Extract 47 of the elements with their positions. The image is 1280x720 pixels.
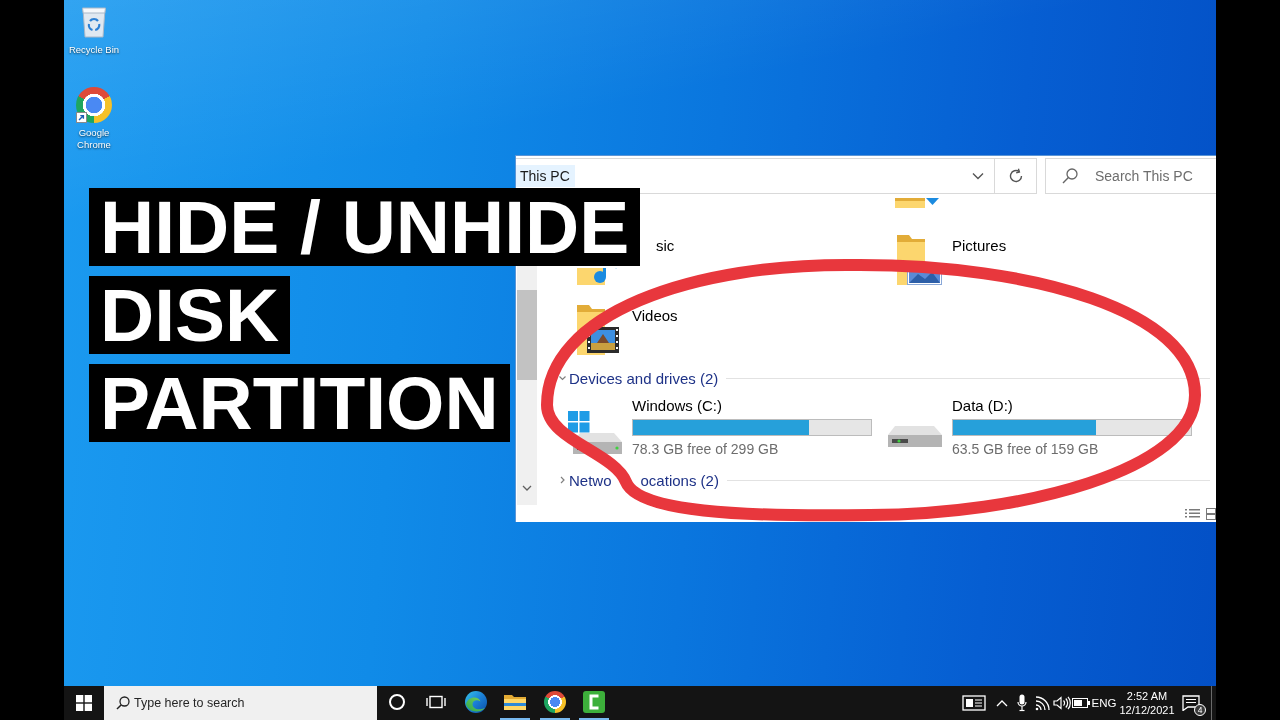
group-heading[interactable]: Netwo bbox=[569, 471, 612, 489]
ring-icon[interactable] bbox=[387, 693, 406, 711]
headline-text: DISK bbox=[89, 276, 291, 354]
group-heading[interactable]: Devices and drives (2) bbox=[569, 369, 719, 387]
search-field[interactable]: Search This PC bbox=[1045, 158, 1216, 194]
chevron-down-icon[interactable] bbox=[559, 374, 566, 382]
chevron-down-icon[interactable] bbox=[972, 172, 984, 180]
refresh-button[interactable] bbox=[995, 158, 1037, 194]
system-drive-icon[interactable] bbox=[568, 411, 622, 455]
camtasia-icon[interactable] bbox=[583, 691, 606, 713]
folder-label[interactable]: Pictures bbox=[952, 237, 1007, 255]
clock-time[interactable]: 2:52 AM bbox=[1126, 689, 1168, 703]
folder-label[interactable]: Videos bbox=[632, 307, 678, 325]
chevron-right-icon[interactable] bbox=[559, 476, 566, 484]
free-space-text: 63.5 GB free of 159 GB bbox=[952, 441, 1099, 458]
refresh-icon bbox=[1007, 168, 1024, 184]
microphone-icon[interactable] bbox=[1017, 694, 1027, 712]
language-indicator[interactable]: ENG bbox=[1091, 697, 1117, 709]
free-space-text: 78.3 GB free of 299 GB bbox=[632, 441, 779, 458]
drive-name[interactable]: Windows (C:) bbox=[632, 397, 722, 415]
folder-icon[interactable] bbox=[503, 692, 528, 712]
search-field[interactable]: Type here to search bbox=[104, 686, 377, 720]
news-icon[interactable] bbox=[962, 695, 986, 711]
headline-text: PARTITION bbox=[89, 364, 510, 442]
start-icon[interactable] bbox=[76, 695, 92, 711]
folder-label[interactable]: sic bbox=[656, 237, 675, 255]
task-view-icon[interactable] bbox=[426, 694, 447, 710]
headline-text: HIDE / UNHIDE bbox=[89, 188, 641, 266]
clock-date[interactable]: 12/12/2021 bbox=[1119, 703, 1175, 717]
volume-icon[interactable] bbox=[1052, 696, 1071, 710]
search-icon bbox=[116, 696, 130, 710]
scrollbar-thumb[interactable] bbox=[517, 290, 537, 380]
drive-name[interactable]: Data (D:) bbox=[952, 397, 1013, 415]
search-icon bbox=[1062, 168, 1078, 184]
battery-icon[interactable] bbox=[1071, 698, 1090, 708]
notification-icon[interactable] bbox=[1182, 695, 1200, 711]
scrollbar[interactable] bbox=[517, 266, 537, 505]
breadcrumb-button[interactable]: This PC bbox=[516, 165, 575, 187]
chrome-icon[interactable] bbox=[543, 691, 566, 713]
group-heading[interactable]: ocations (2) bbox=[640, 471, 719, 489]
details-view-icon[interactable] bbox=[1185, 507, 1200, 520]
caret-up-icon[interactable] bbox=[996, 699, 1008, 707]
scroll-down-icon[interactable] bbox=[522, 485, 532, 491]
edge-icon[interactable] bbox=[463, 690, 488, 714]
notification-count[interactable]: 4 bbox=[1194, 704, 1206, 716]
large-icons-view-icon[interactable] bbox=[1206, 507, 1216, 520]
wifi-icon[interactable] bbox=[1034, 695, 1050, 711]
